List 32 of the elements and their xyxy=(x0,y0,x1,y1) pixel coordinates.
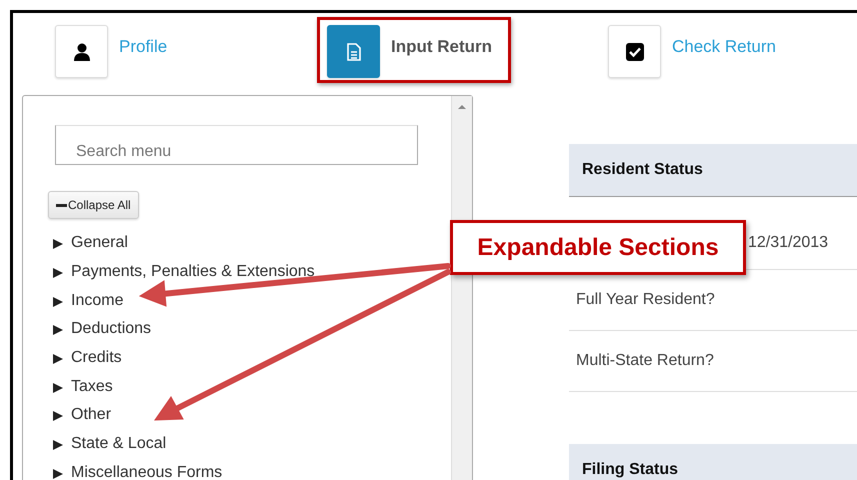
callout-label: Expandable Sections xyxy=(450,220,746,275)
scroll-up-icon[interactable] xyxy=(458,105,466,109)
caret-icon[interactable] xyxy=(53,268,63,278)
tree-item[interactable]: Deductions xyxy=(71,320,152,338)
tree-item[interactable]: General xyxy=(71,234,128,252)
tree-item[interactable]: Payments, Penalties & Extensions xyxy=(71,263,315,282)
person-icon xyxy=(74,42,90,60)
tree-item[interactable]: Other xyxy=(71,406,112,424)
document-icon xyxy=(346,42,360,60)
caret-icon[interactable] xyxy=(53,354,63,364)
tree-item[interactable]: Miscellaneous Forms xyxy=(71,464,222,480)
field-value: 12/31/2013 xyxy=(748,234,830,252)
checkbox-icon xyxy=(626,42,644,60)
caret-icon[interactable] xyxy=(53,239,63,250)
tree-item[interactable]: Credits xyxy=(71,349,122,368)
caret-icon[interactable] xyxy=(53,411,63,422)
tree-item[interactable]: State & Local xyxy=(71,435,166,454)
section-header: Filing Status xyxy=(569,444,857,480)
tree-item[interactable]: Income xyxy=(71,292,124,310)
tree-item[interactable]: Taxes xyxy=(71,378,113,396)
caret-icon[interactable] xyxy=(53,382,63,393)
nav-link[interactable]: Input Return xyxy=(391,36,492,56)
caret-icon[interactable] xyxy=(53,468,63,479)
search-field[interactable]: Search menu xyxy=(55,125,418,165)
caret-icon[interactable] xyxy=(53,296,63,307)
collapse-all-button[interactable]: Collapse All xyxy=(48,191,139,219)
section-header: Resident Status xyxy=(569,144,857,197)
field-label: Multi-State Return? xyxy=(576,352,715,370)
caret-icon[interactable] xyxy=(53,325,63,336)
field-label: Full Year Resident? xyxy=(576,291,716,309)
caret-icon[interactable] xyxy=(53,440,63,450)
minus-icon xyxy=(56,204,67,206)
